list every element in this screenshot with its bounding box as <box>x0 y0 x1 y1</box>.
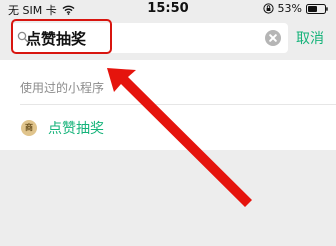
status-bar: 无 SIM 卡 15:50 53% <box>0 0 336 18</box>
status-right: 53% <box>262 2 328 15</box>
app-logo-icon: 商 <box>21 120 37 136</box>
battery-icon <box>306 3 328 14</box>
search-bar: 取消 <box>0 18 336 60</box>
result-panel: 使用过的小程序 商 点赞抽奖 <box>0 60 336 150</box>
search-field[interactable] <box>12 23 288 53</box>
clear-icon[interactable] <box>265 30 281 46</box>
search-input[interactable] <box>26 26 266 50</box>
app-name: 点赞抽奖 <box>48 121 104 137</box>
section-title: 使用过的小程序 <box>20 81 105 95</box>
list-item[interactable]: 商 点赞抽奖 <box>0 105 336 150</box>
cancel-button[interactable]: 取消 <box>296 28 324 48</box>
battery-percent: 53% <box>277 2 302 15</box>
lower-area <box>0 150 336 246</box>
lock-rotation-icon <box>262 3 274 14</box>
